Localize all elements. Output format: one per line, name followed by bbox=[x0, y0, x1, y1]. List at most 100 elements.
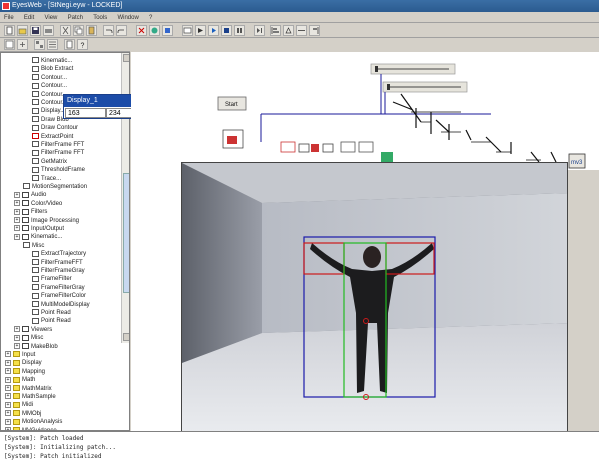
tree-item[interactable]: Contour... bbox=[32, 91, 67, 99]
debug-icon[interactable] bbox=[162, 25, 173, 36]
tree-expand-icon[interactable]: + bbox=[14, 208, 20, 215]
menu-file[interactable]: File bbox=[0, 13, 18, 23]
start-button-block[interactable]: Start bbox=[217, 96, 247, 111]
paste-icon[interactable] bbox=[86, 25, 97, 36]
print-icon[interactable] bbox=[43, 25, 54, 36]
tree-item[interactable]: MotionSegmentation bbox=[23, 183, 87, 191]
align-center-icon[interactable] bbox=[296, 25, 307, 36]
tree-item[interactable]: + MathSample bbox=[5, 393, 56, 401]
delete-icon[interactable] bbox=[136, 25, 147, 36]
tree-item[interactable]: Contour... bbox=[32, 74, 67, 82]
tree-item[interactable]: FilterFrameFFT bbox=[32, 259, 83, 267]
tree-item[interactable]: MultiModelDisplay bbox=[32, 301, 90, 309]
tree-item[interactable]: GetMatrix bbox=[32, 158, 67, 166]
open-folder-icon[interactable] bbox=[17, 25, 28, 36]
tree-item[interactable]: FrameFilterColor bbox=[32, 292, 86, 300]
menu-patch[interactable]: Patch bbox=[64, 13, 87, 23]
tree-item[interactable]: Trace... bbox=[32, 175, 61, 183]
tree-item[interactable]: + Math bbox=[5, 376, 35, 384]
scroll-down-icon[interactable] bbox=[123, 333, 129, 341]
menu-window[interactable]: Window bbox=[113, 13, 142, 23]
tree-collapse-icon[interactable] bbox=[4, 39, 15, 50]
tree-expand-icon[interactable]: + bbox=[14, 217, 20, 224]
align-top-icon[interactable] bbox=[283, 25, 294, 36]
help-icon[interactable]: ? bbox=[77, 39, 88, 50]
tree-expand-icon[interactable]: + bbox=[5, 410, 11, 417]
module-mv3-block[interactable]: mv3 bbox=[568, 153, 586, 169]
tree-item[interactable]: + Midi bbox=[5, 401, 33, 409]
tree-item[interactable]: + Viewers bbox=[14, 326, 52, 334]
tree-item[interactable]: Misc bbox=[23, 242, 44, 250]
tree-expand-icon[interactable]: + bbox=[14, 343, 20, 350]
processing-blocks-row[interactable] bbox=[280, 141, 393, 162]
pause-icon[interactable] bbox=[234, 25, 245, 36]
menu-edit[interactable]: Edit bbox=[20, 13, 38, 23]
play-icon[interactable] bbox=[208, 25, 219, 36]
properties-icon[interactable] bbox=[64, 39, 75, 50]
tree-item[interactable]: + MakeBlob bbox=[14, 343, 58, 351]
tree-item[interactable]: + Display bbox=[5, 359, 42, 367]
tree-item[interactable]: + Image Processing bbox=[14, 217, 79, 225]
menu-view[interactable]: View bbox=[40, 13, 61, 23]
tree-item[interactable]: + Audio bbox=[14, 191, 46, 199]
tree-item[interactable]: Draw Contour bbox=[32, 124, 78, 132]
run-mode-icon[interactable] bbox=[195, 25, 206, 36]
scroll-up-icon[interactable] bbox=[123, 54, 129, 62]
connect-icon[interactable] bbox=[149, 25, 160, 36]
copy-icon[interactable] bbox=[73, 25, 84, 36]
stop-icon[interactable] bbox=[221, 25, 232, 36]
tree-item[interactable]: + MMObj bbox=[5, 410, 41, 418]
tree-expand-icon[interactable]: + bbox=[14, 191, 20, 198]
save-icon[interactable] bbox=[30, 25, 41, 36]
design-mode-icon[interactable] bbox=[182, 25, 193, 36]
tree-expand-icon[interactable]: + bbox=[5, 393, 11, 400]
tree-expand-icon[interactable]: + bbox=[5, 418, 11, 425]
tree-item[interactable]: FrameFilterGray bbox=[32, 284, 85, 292]
tree-item[interactable]: + MathMatrix bbox=[5, 385, 52, 393]
tree-item[interactable]: Blob Extract bbox=[32, 65, 73, 73]
tree-item[interactable]: + Input/Output bbox=[14, 225, 64, 233]
tree-item[interactable]: Kinematic... bbox=[32, 57, 72, 65]
tree-item[interactable]: Contour... bbox=[32, 99, 67, 107]
tree-item[interactable]: Display... bbox=[32, 107, 65, 115]
tree-expand-icon[interactable]: + bbox=[14, 334, 20, 341]
undo-icon[interactable] bbox=[103, 25, 114, 36]
tree-item[interactable]: FilterFrame FFT bbox=[32, 149, 84, 157]
tree-item[interactable]: + Mapping bbox=[5, 368, 45, 376]
tree-expand-icon[interactable]: + bbox=[14, 225, 20, 232]
tree-item[interactable]: Point Read bbox=[32, 309, 71, 317]
tree-expand-icon[interactable]: + bbox=[14, 326, 20, 333]
tree-item[interactable]: FrameFilter bbox=[32, 275, 72, 283]
menu-tools[interactable]: Tools bbox=[89, 13, 111, 23]
tree-item[interactable]: + Input bbox=[5, 351, 35, 359]
tree-expand-icon[interactable]: + bbox=[5, 401, 11, 408]
tree-item[interactable]: + MotionAnalysis bbox=[5, 418, 62, 426]
tree-item[interactable]: FilterFrame FFT bbox=[32, 141, 84, 149]
tree-item[interactable]: + Filters bbox=[14, 208, 47, 216]
align-right-icon[interactable] bbox=[309, 25, 320, 36]
slider-widget-2[interactable] bbox=[382, 81, 468, 93]
tree-item[interactable]: + Misc bbox=[14, 334, 43, 342]
list-view-icon[interactable] bbox=[47, 39, 58, 50]
tree-expand-icon[interactable] bbox=[17, 39, 28, 50]
tree-item[interactable]: + Kinematic... bbox=[14, 233, 62, 241]
redo-icon[interactable] bbox=[116, 25, 127, 36]
tree-scroll-thumb[interactable] bbox=[123, 173, 129, 293]
tree-expand-icon[interactable]: + bbox=[5, 376, 11, 383]
tree-item[interactable]: ExtractPoint bbox=[32, 133, 73, 141]
video-input-block[interactable] bbox=[222, 129, 244, 149]
tree-item[interactable]: Contour... bbox=[32, 82, 67, 90]
align-left-icon[interactable] bbox=[270, 25, 281, 36]
cut-icon[interactable] bbox=[60, 25, 71, 36]
tree-expand-icon[interactable]: + bbox=[5, 359, 11, 366]
tree-item[interactable]: ExtractTrajectory bbox=[32, 250, 86, 258]
canvas-scrollbar[interactable] bbox=[565, 170, 599, 431]
tree-expand-icon[interactable]: + bbox=[14, 200, 20, 207]
tree-item[interactable]: Point Read bbox=[32, 317, 71, 325]
tree-item[interactable]: ThresholdFrame bbox=[32, 166, 85, 174]
tree-item[interactable]: + Color/Video bbox=[14, 200, 62, 208]
tree-expand-icon[interactable]: + bbox=[5, 385, 11, 392]
tree-expand-icon[interactable]: + bbox=[5, 351, 11, 358]
grid-view-icon[interactable] bbox=[34, 39, 45, 50]
tree-expand-icon[interactable]: + bbox=[5, 368, 11, 375]
